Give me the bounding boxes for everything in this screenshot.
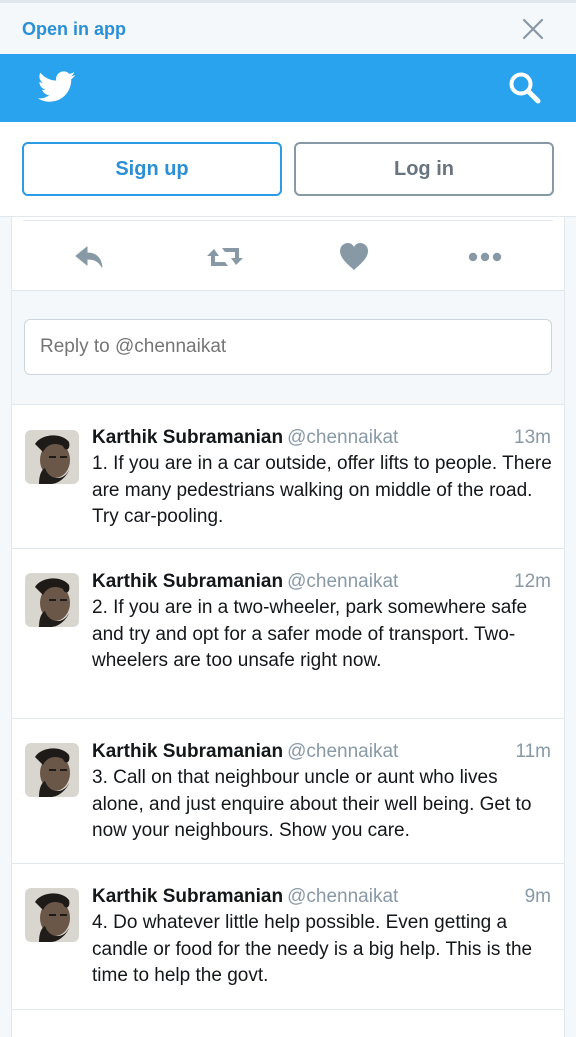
sign-up-button[interactable]: Sign up: [22, 142, 282, 196]
tweet-text: 4. Do whatever little help possible. Eve…: [92, 912, 533, 986]
twitter-bird-icon[interactable]: [38, 70, 76, 104]
tweet-timestamp[interactable]: 13m: [514, 427, 551, 449]
avatar[interactable]: [25, 743, 79, 797]
avatar[interactable]: [25, 573, 79, 627]
tweet-timestamp[interactable]: 9m: [525, 886, 551, 908]
heart-icon[interactable]: [336, 241, 372, 273]
more-icon[interactable]: [466, 241, 504, 273]
tweet-item[interactable]: Karthik Subramanian @chennaikat 9m 4. Do …: [12, 864, 564, 1010]
tweet-author-handle[interactable]: @chennaikat: [287, 886, 398, 907]
tweet-author[interactable]: Karthik Subramanian @chennaikat: [92, 741, 398, 763]
tweet-text: 2. If you are in a two-wheeler, park som…: [92, 597, 528, 671]
tweet-author-handle[interactable]: @chennaikat: [287, 571, 398, 592]
tweet-actions: [12, 221, 564, 291]
log-in-button[interactable]: Log in: [294, 142, 554, 196]
tweet-timestamp[interactable]: 11m: [515, 741, 551, 763]
tweet-timestamp[interactable]: 12m: [514, 571, 551, 593]
tweet-item[interactable]: Karthik Subramanian @chennaikat 12m 2. If…: [12, 549, 564, 719]
tweet-item[interactable]: Karthik Subramanian @chennaikat 13m 1. If…: [12, 405, 564, 549]
tweet-author[interactable]: Karthik Subramanian @chennaikat: [92, 571, 398, 593]
auth-bar: Sign up Log in: [0, 122, 576, 217]
reply-box-area: [12, 291, 564, 405]
tweet-author[interactable]: Karthik Subramanian @chennaikat: [92, 427, 398, 449]
avatar[interactable]: [25, 888, 79, 942]
open-in-app-banner: Open in app: [0, 0, 576, 54]
tweet-author-handle[interactable]: @chennaikat: [287, 427, 398, 448]
search-icon[interactable]: [508, 71, 542, 105]
tweet-panel: Karthik Subramanian@chennaikat 13m 1. If…: [11, 217, 565, 1037]
tweet-item[interactable]: Karthik Subramanian @chennaikat 11m 3. Ca…: [12, 719, 564, 864]
reply-icon[interactable]: [72, 241, 108, 273]
tweet-author[interactable]: Karthik Subramanian @chennaikat: [92, 886, 398, 908]
tweet-text: 1. If you are in a car outside, offer li…: [92, 453, 552, 527]
avatar[interactable]: [25, 430, 79, 484]
open-in-app-link[interactable]: Open in app: [22, 19, 126, 40]
top-header: [0, 54, 576, 122]
reply-input[interactable]: [24, 319, 552, 375]
tweet-author-name[interactable]: Karthik Subramanian: [92, 427, 283, 448]
tweet-author-handle[interactable]: @chennaikat: [287, 741, 398, 762]
tweet-author-name[interactable]: Karthik Subramanian: [92, 741, 283, 762]
tweet-author-name[interactable]: Karthik Subramanian: [92, 886, 283, 907]
close-icon[interactable]: [521, 17, 545, 41]
tweet-author-name[interactable]: Karthik Subramanian: [92, 571, 283, 592]
retweet-icon[interactable]: [205, 241, 245, 273]
tweet-text: 3. Call on that neighbour uncle or aunt …: [92, 767, 532, 841]
